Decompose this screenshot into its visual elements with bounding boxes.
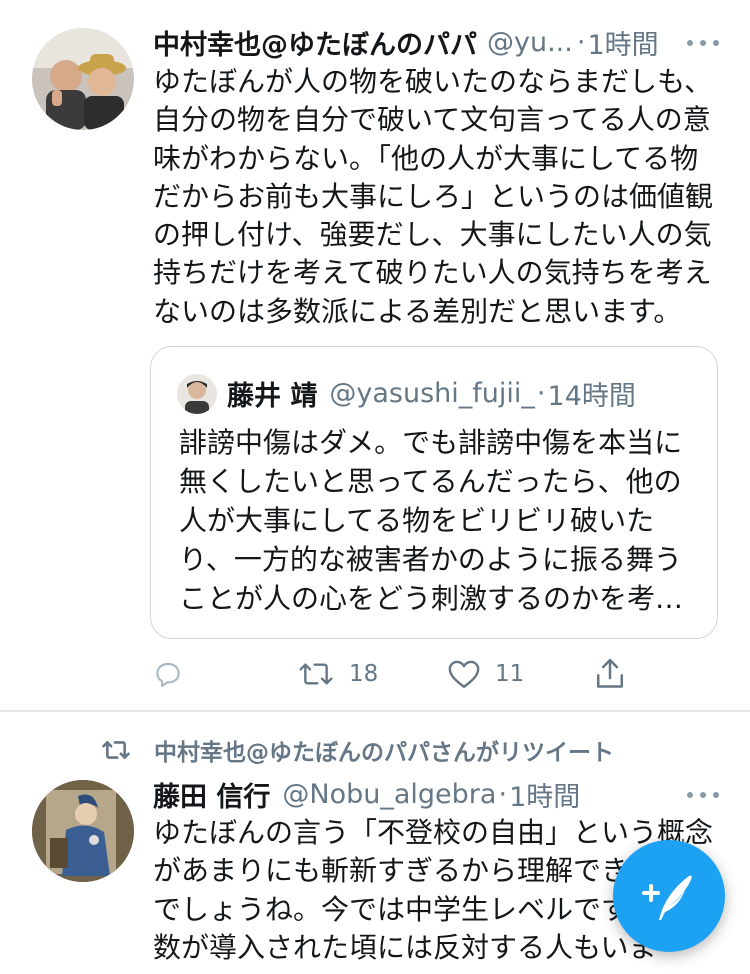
quoted-text: 誹謗中傷はダメ。でも誹謗中傷を本当に 無くしたいと思ってるんだったら、他の 人が… [179, 423, 683, 618]
tweet-text-line: の押し付け、強要だし、大事にしたい人の気 [153, 218, 712, 252]
author-handle[interactable]: @yu... [487, 27, 573, 58]
compose-tweet-button[interactable] [613, 840, 725, 952]
action-bar: 18 11 [152, 650, 632, 698]
separator: · [576, 26, 586, 58]
share-button[interactable] [593, 650, 627, 698]
tweet-text-line: 自分の物を自分で破いて文句言ってる人の意 [153, 103, 711, 137]
tweet-text: ゆたぼんが人の物を破いたのならまだしも、 自分の物を自分で破いて文句言ってる人の… [153, 63, 713, 331]
heart-icon [448, 660, 480, 688]
quoted-text-line: 人が大事にしてる物をビリビリ破いた [179, 504, 655, 537]
more-dots-icon[interactable] [684, 32, 724, 52]
quoted-author-name: 藤井 靖 [227, 380, 318, 412]
share-icon [596, 658, 624, 688]
separator: · [536, 377, 546, 409]
tweet-text-line: 持ちだけを考えて破りたい人の気持ちを考え [153, 256, 712, 290]
retweet-context[interactable]: 中村幸也@ゆたぼんのパパさんがリツイート [100, 734, 614, 766]
retweet-button[interactable]: 18 [297, 650, 378, 698]
separator: · [498, 778, 508, 810]
author-name[interactable]: 中村幸也@ゆたぼんのパパ [153, 23, 477, 62]
quoted-text-line: 誹謗中傷はダメ。でも誹謗中傷を本当に [179, 426, 683, 459]
timestamp[interactable]: 1時間 [509, 775, 580, 814]
avatar[interactable] [32, 28, 134, 130]
quoted-avatar [177, 374, 217, 414]
quoted-text-line: り、一方的な被害者かのように振る舞う [179, 543, 682, 576]
quoted-timestamp: 14時間 [547, 380, 636, 412]
reply-button[interactable] [152, 650, 184, 698]
timestamp[interactable]: 1時間 [587, 23, 658, 62]
compose-tweet-icon [642, 875, 692, 920]
quoted-author-handle: @yasushi_fujii_ [329, 377, 535, 409]
quoted-text-line: ことが人の心をどう刺激するのかを考… [179, 582, 684, 615]
retweet-count: 18 [349, 661, 379, 687]
tweet-text-line: 味がわからない。「他の人が大事にしてる物 [153, 141, 699, 175]
quoted-text-line: 無くしたいと思ってるんだったら、他の [179, 465, 682, 498]
tweet-1[interactable]: 中村幸也@ゆたぼんのパパ @yu... · 1時間 ゆたぼんが人の物を破いたのな… [0, 0, 750, 710]
like-count: 11 [495, 661, 525, 687]
tweet-text-line: ないのは多数派による差別だと思います。 [153, 294, 682, 328]
author-name[interactable]: 藤田 信行 [153, 775, 270, 814]
author-handle[interactable]: @Nobu_algebra [282, 779, 496, 810]
retweet-context-label: 中村幸也@ゆたぼんのパパさんがリツイート [154, 740, 614, 766]
reply-icon [156, 662, 180, 688]
retweet-icon [102, 741, 130, 759]
retweet-icon [299, 663, 333, 685]
like-button[interactable]: 11 [447, 650, 524, 698]
tweet-text-line: だからお前も大事にしろ」というのは価値観 [153, 179, 714, 213]
quoted-tweet[interactable]: 藤井 靖 @yasushi_fujii_ · 14時間 誹謗中傷はダメ。でも誹謗… [150, 346, 718, 639]
avatar[interactable] [32, 780, 134, 882]
more-dots-icon[interactable] [684, 784, 724, 804]
tweet-text-line: ゆたぼんが人の物を破いたのならまだしも、 [153, 65, 713, 98]
